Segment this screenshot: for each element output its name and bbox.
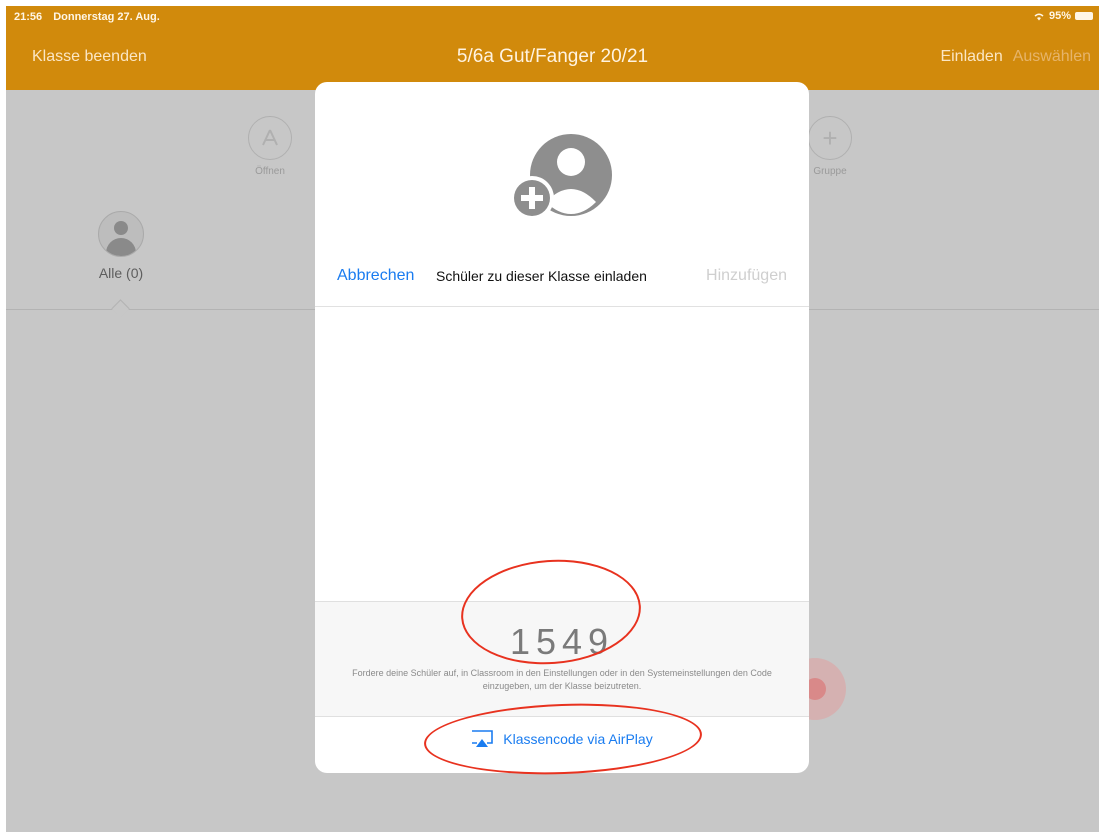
filter-all[interactable]: Alle (0) [86,211,156,281]
selection-caret [111,299,130,318]
avatar-icon [98,211,144,257]
battery-percent: 95% [1048,10,1071,22]
dialog-header: Abbrechen Schüler zu dieser Klasse einla… [315,260,809,307]
plus-icon: + [808,116,852,160]
add-student-icon [510,134,612,220]
app-store-icon [248,116,292,160]
filter-all-label: Alle (0) [98,265,144,281]
group-button[interactable]: + Gruppe [800,116,860,177]
top-bar: 21:56 Donnerstag 27. Aug. 95% Klasse bee… [6,6,1099,90]
dialog-title: Schüler zu dieser Klasse einladen [436,268,647,284]
status-bar-right: 95% [1033,10,1093,22]
select-button[interactable]: Auswählen [1013,48,1091,66]
group-label: Gruppe [813,166,847,177]
status-date: Donnerstag 27. Aug. [53,11,160,23]
page-title: 5/6a Gut/Fanger 20/21 [456,46,649,67]
invite-button[interactable]: Einladen [940,48,1002,66]
code-hint: Fordere deine Schüler auf, in Classroom … [352,668,772,691]
open-app-button[interactable]: Öffnen [240,116,300,177]
add-button[interactable]: Hinzufügen [706,267,787,285]
status-bar-left: 21:56 Donnerstag 27. Aug. [14,11,168,23]
cancel-button[interactable]: Abbrechen [337,267,414,285]
screen: 21:56 Donnerstag 27. Aug. 95% Klasse bee… [6,6,1099,832]
invite-dialog: Abbrechen Schüler zu dieser Klasse einla… [315,82,809,773]
nav-actions: Einladen Auswählen [940,48,1091,66]
battery-icon [1075,12,1093,20]
wifi-icon [1034,13,1044,20]
status-time: 21:56 [14,11,43,23]
open-app-label: Öffnen [255,166,285,177]
